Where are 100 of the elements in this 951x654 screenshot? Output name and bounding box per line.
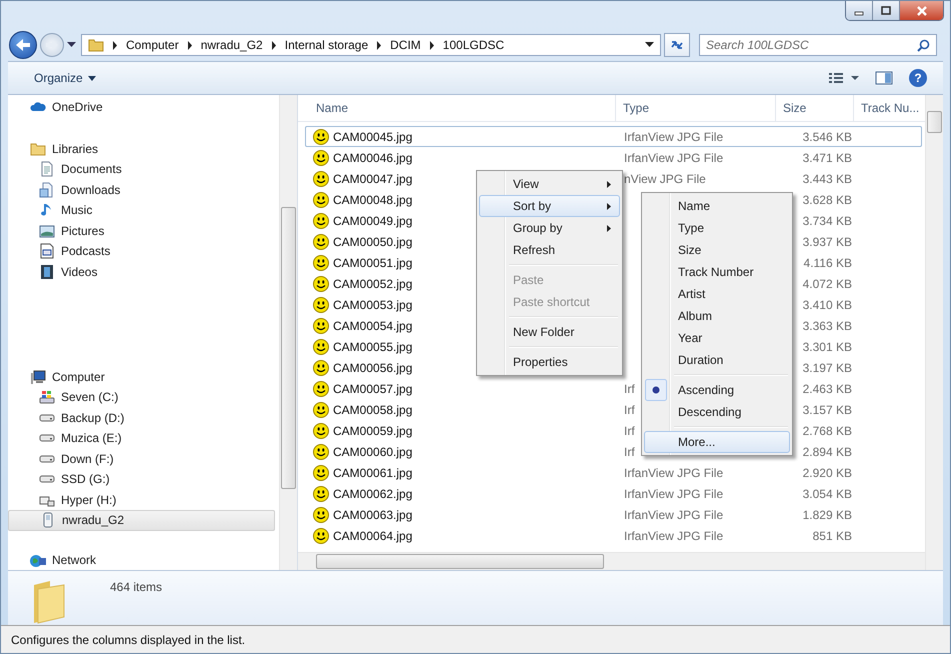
chevron-right-icon[interactable]: [375, 40, 384, 50]
smiley-icon: [313, 506, 329, 522]
sidebar-item[interactable]: Backup (D:): [8, 407, 275, 428]
file-name[interactable]: CAM00063.jpg: [333, 508, 412, 522]
menu-item[interactable]: Ascending: [644, 379, 790, 401]
menu-item[interactable]: Year: [644, 327, 790, 349]
menu-item[interactable]: Descending: [644, 401, 790, 423]
maximize-button[interactable]: [873, 1, 900, 20]
column-header[interactable]: Type: [616, 95, 776, 121]
sidebar-item[interactable]: Seven (C:): [8, 386, 275, 408]
menu-item[interactable]: Properties: [479, 351, 620, 373]
sidebar-item[interactable]: nwradu_G2: [8, 510, 275, 531]
file-name[interactable]: CAM00051.jpg: [333, 256, 412, 270]
column-header[interactable]: Name: [298, 95, 616, 121]
sidebar-item[interactable]: Pictures: [8, 220, 275, 242]
dropdown-arrow-icon[interactable]: [67, 42, 76, 48]
breadcrumb[interactable]: 100LGDSC: [442, 38, 504, 52]
breadcrumb[interactable]: Internal storage: [284, 38, 368, 52]
file-name[interactable]: CAM00056.jpg: [333, 360, 412, 374]
scrollbar[interactable]: [925, 95, 943, 570]
sidebar-item[interactable]: Music: [8, 200, 275, 221]
close-icon: [914, 6, 928, 16]
sidebar-item[interactable]: SSD (G:): [8, 468, 275, 490]
size-cell: 3.937 KB: [802, 234, 852, 248]
horizontal-scrollbar[interactable]: [298, 552, 925, 570]
sidebar-item[interactable]: Downloads: [8, 180, 275, 200]
file-name[interactable]: CAM00059.jpg: [333, 424, 412, 438]
file-name[interactable]: CAM00057.jpg: [333, 382, 412, 396]
sidebar-item[interactable]: Network: [8, 550, 275, 570]
breadcrumb[interactable]: nwradu_G2: [200, 38, 263, 52]
file-name[interactable]: CAM00052.jpg: [333, 276, 412, 290]
chevron-right-icon[interactable]: [111, 40, 119, 50]
type-cell: IrfanView JPG File: [624, 466, 724, 480]
menu-item[interactable]: Name: [644, 195, 790, 217]
type-cell: IrfanView JPG File: [624, 486, 724, 500]
menu-item[interactable]: Group by: [479, 217, 620, 239]
sidebar-item[interactable]: Down (F:): [8, 448, 275, 469]
file-name[interactable]: CAM00054.jpg: [333, 318, 412, 332]
column-header[interactable]: Size: [776, 95, 854, 121]
file-name[interactable]: CAM00058.jpg: [333, 402, 412, 416]
file-name[interactable]: CAM00045.jpg: [333, 130, 412, 144]
sidebar-item[interactable]: Podcasts: [8, 241, 275, 262]
menu-item[interactable]: Duration: [644, 349, 790, 371]
refresh-button[interactable]: [664, 33, 690, 57]
file-name[interactable]: CAM00055.jpg: [333, 340, 412, 354]
breadcrumb[interactable]: DCIM: [390, 38, 421, 52]
chevron-right-icon[interactable]: [428, 40, 436, 50]
menu-item[interactable]: New Folder: [479, 321, 620, 343]
drive-icon: [39, 454, 55, 463]
file-name[interactable]: CAM00046.jpg: [333, 150, 412, 164]
help-button[interactable]: ?: [909, 69, 927, 87]
menu-item[interactable]: Refresh: [479, 239, 620, 261]
type-cell: Irf: [624, 402, 635, 416]
menu-item[interactable]: Artist: [644, 283, 790, 305]
menu-item[interactable]: Album: [644, 305, 790, 327]
size-cell: 3.443 KB: [802, 172, 852, 186]
file-name[interactable]: CAM00064.jpg: [333, 528, 412, 542]
menu-item[interactable]: Size: [644, 239, 790, 261]
sidebar-item[interactable]: Videos: [8, 262, 275, 282]
file-name[interactable]: CAM00060.jpg: [333, 444, 412, 458]
menu-item[interactable]: Track Number: [644, 261, 790, 283]
menu-item[interactable]: View: [479, 173, 620, 195]
close-button[interactable]: [900, 1, 943, 20]
column-header[interactable]: Track Nu...: [854, 95, 925, 121]
back-button[interactable]: [9, 31, 37, 59]
sidebar-item[interactable]: Computer: [8, 366, 275, 387]
smiley-icon: [313, 486, 329, 502]
view-options-button[interactable]: [829, 72, 859, 84]
organize-menu[interactable]: Organize: [26, 68, 104, 88]
chevron-right-icon[interactable]: [186, 40, 194, 50]
sidebar-item[interactable]: Muzica (E:): [8, 428, 275, 448]
chevron-right-icon[interactable]: [270, 40, 278, 50]
file-name[interactable]: CAM00061.jpg: [333, 466, 412, 480]
smiley-icon: [313, 380, 329, 396]
file-name[interactable]: CAM00053.jpg: [333, 298, 412, 312]
scrollbar[interactable]: [279, 95, 297, 570]
menu-item[interactable]: Sort by: [479, 195, 620, 217]
type-cell: IrfanView JPG File: [624, 508, 724, 522]
drive-icon: [39, 389, 55, 406]
sidebar-item[interactable]: Documents: [8, 159, 275, 180]
search-box[interactable]: Search 100LGDSC: [699, 34, 937, 56]
type-cell: nView JPG File: [624, 172, 706, 186]
menu-item[interactable]: Type: [644, 217, 790, 239]
minimize-button[interactable]: [846, 1, 873, 20]
menu-item[interactable]: More...: [644, 431, 790, 453]
sidebar-item[interactable]: Libraries: [8, 138, 275, 160]
file-name[interactable]: CAM00049.jpg: [333, 214, 412, 228]
dropdown-arrow-icon[interactable]: [645, 42, 654, 48]
search-field[interactable]: Search 100LGDSC: [706, 38, 917, 52]
sidebar-item[interactable]: Hyper (H:): [8, 489, 275, 510]
file-name[interactable]: CAM00047.jpg: [333, 172, 412, 186]
picture-icon: [39, 222, 55, 239]
submenu-arrow-icon: [607, 202, 611, 210]
file-name[interactable]: CAM00048.jpg: [333, 192, 412, 206]
preview-pane-button[interactable]: [875, 71, 893, 85]
breadcrumb[interactable]: Computer: [126, 38, 179, 52]
address-bar[interactable]: Computer nwradu_G2 Internal storage DCIM 100LGDSC: [81, 34, 661, 56]
sidebar-item[interactable]: OneDrive: [8, 97, 275, 118]
file-name[interactable]: CAM00050.jpg: [333, 234, 412, 248]
file-name[interactable]: CAM00062.jpg: [333, 486, 412, 500]
